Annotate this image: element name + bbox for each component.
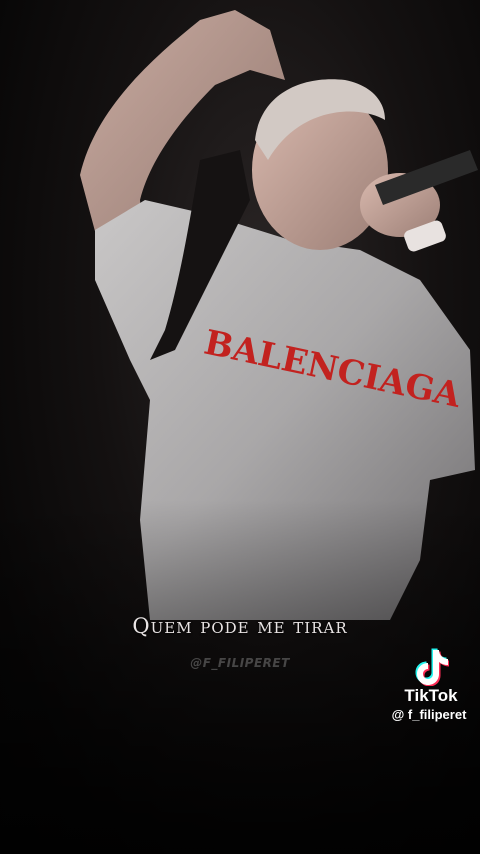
lyric-caption: Quem pode me tirar — [132, 614, 348, 638]
tiktok-watermark: TikTok @ f_filiperet — [390, 646, 472, 724]
video-scene: BALENCIAGA — [0, 10, 480, 854]
tiktok-logo-icon — [415, 648, 449, 686]
video-frame[interactable]: BALENCIAGA Quem pode me tirar @F_FILIPER… — [0, 0, 480, 854]
tiktok-brand: TikTok — [404, 686, 458, 705]
tiktok-username: @ f_filiperet — [391, 707, 467, 722]
